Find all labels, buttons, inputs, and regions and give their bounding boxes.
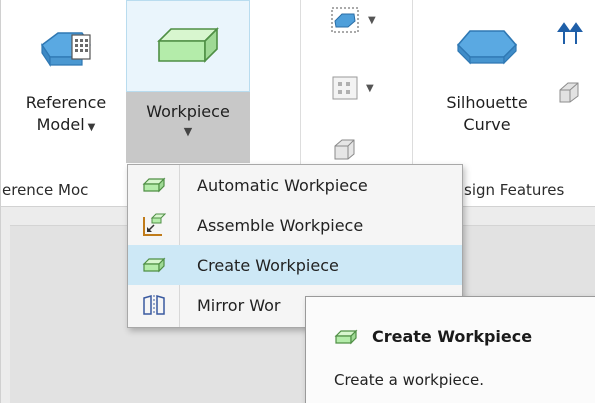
- create-workpiece-tooltip: Create Workpiece Create a workpiece.: [305, 296, 595, 403]
- workpiece-icon-area: [126, 0, 250, 92]
- feature-box-icon: [334, 139, 355, 160]
- silhouette-label-line1: Silhouette: [446, 93, 528, 112]
- workpiece-box-icon: [334, 329, 358, 345]
- reference-model-button[interactable]: Reference Model ▼: [8, 0, 124, 163]
- chevron-down-icon: ▼: [183, 125, 193, 138]
- menu-item-label: Assemble Workpiece: [197, 215, 364, 235]
- mirror-workpiece-icon: [128, 294, 179, 316]
- silhouette-icon-area: [428, 0, 546, 92]
- workpiece-button-lower[interactable]: Workpiece ▼: [126, 92, 250, 163]
- solid-feature-icon: [559, 82, 579, 103]
- pattern-grid-icon: [332, 76, 358, 100]
- reference-model-icon: [40, 32, 91, 67]
- chevron-down-icon: ▼: [87, 122, 96, 133]
- pattern-tool-button[interactable]: ▼: [332, 76, 374, 100]
- tooltip-title-row: Create Workpiece: [334, 327, 532, 346]
- silhouette-curve-icon: [456, 30, 518, 65]
- surface-selection-icon: [331, 7, 359, 33]
- chevron-down-icon: ▼: [368, 14, 376, 26]
- assemble-workpiece-icon: [128, 213, 179, 237]
- chevron-down-icon: ▼: [366, 82, 374, 94]
- reference-model-label-line1: Reference: [25, 93, 107, 112]
- menu-item-label: Mirror Wor: [197, 295, 281, 315]
- menu-item-label: Automatic Workpiece: [197, 175, 368, 195]
- workpiece-button[interactable]: Workpiece ▼: [126, 0, 250, 163]
- reference-model-label-line2-row: Model ▼: [37, 114, 96, 139]
- menu-item-automatic-workpiece[interactable]: Automatic Workpiece: [128, 165, 462, 205]
- reference-model-icon-area: [8, 0, 124, 92]
- double-arrow-up-icon: [557, 22, 583, 44]
- tooltip-description: Create a workpiece.: [334, 371, 485, 389]
- group-label-reference-model: erence Moc: [2, 181, 89, 199]
- group-label-design-features: sign Features: [464, 181, 565, 199]
- workpiece-box-icon: [157, 27, 219, 63]
- menu-item-label: Create Workpiece: [197, 255, 339, 275]
- app-window: Reference Model ▼ Workpiece ▼ ▼ ▼ Silhou…: [0, 0, 595, 403]
- window-left-border: [0, 0, 1, 403]
- silhouette-curve-button[interactable]: Silhouette Curve: [428, 0, 546, 163]
- surface-tool-button[interactable]: ▼: [330, 6, 376, 34]
- reference-model-label-line2: Model: [36, 115, 85, 134]
- workpiece-label: Workpiece: [146, 102, 230, 121]
- feature-tool-button[interactable]: [332, 136, 358, 162]
- menu-item-assemble-workpiece[interactable]: Assemble Workpiece: [128, 205, 462, 245]
- tooltip-title: Create Workpiece: [372, 327, 533, 346]
- silhouette-label-line2: Curve: [463, 115, 511, 134]
- flip-arrows-button[interactable]: [557, 22, 583, 46]
- workpiece-box-icon: [128, 177, 179, 193]
- solid-feature-button[interactable]: [556, 80, 582, 104]
- menu-item-create-workpiece[interactable]: Create Workpiece: [128, 245, 462, 285]
- workpiece-box-icon: [128, 257, 179, 273]
